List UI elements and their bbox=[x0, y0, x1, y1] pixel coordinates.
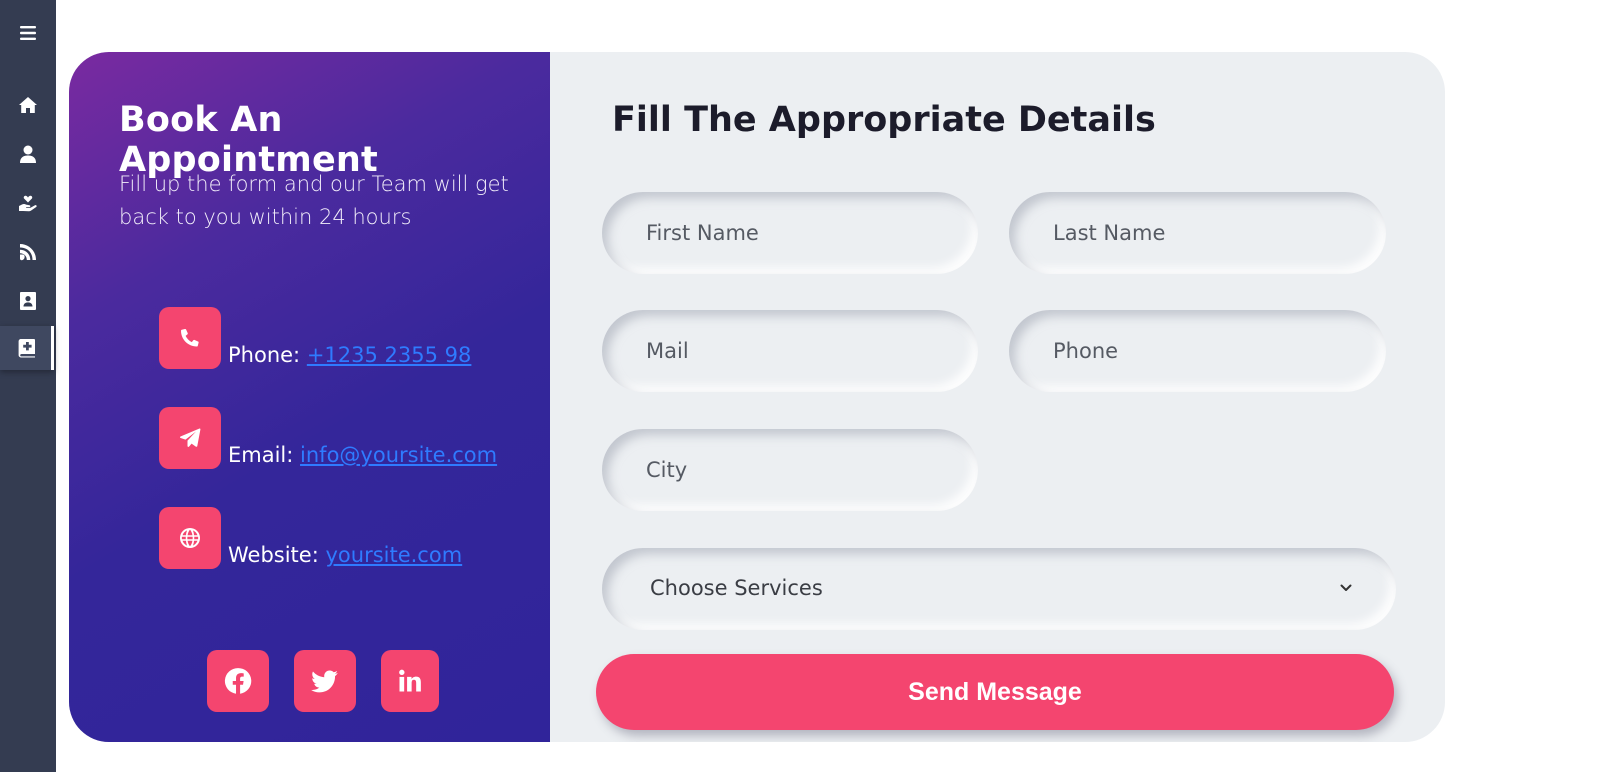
sidebar-item-care[interactable] bbox=[0, 182, 56, 224]
contact-phone-text: Phone: +1235 2355 98 bbox=[228, 343, 471, 367]
facebook-icon bbox=[224, 668, 252, 694]
contact-email-text: Email: info@yoursite.com bbox=[228, 443, 497, 467]
sidebar-item-profile[interactable] bbox=[0, 133, 56, 175]
phone-icon bbox=[181, 328, 199, 347]
phone-input[interactable] bbox=[1009, 310, 1386, 392]
send-message-button[interactable]: Send Message bbox=[596, 654, 1394, 730]
website-link[interactable]: yoursite.com bbox=[325, 543, 462, 567]
sidebar bbox=[0, 0, 56, 772]
twitter-icon bbox=[311, 670, 338, 693]
chevron-down-icon bbox=[1340, 584, 1352, 591]
appointment-card: Book An Appointment Fill up the form and… bbox=[69, 52, 1445, 742]
user-icon bbox=[20, 145, 36, 163]
last-name-input[interactable] bbox=[1009, 192, 1386, 274]
website-icon-badge bbox=[159, 507, 221, 569]
menu-toggle-button[interactable] bbox=[0, 12, 56, 54]
info-panel-subtitle: Fill up the form and our Team will get b… bbox=[119, 172, 509, 229]
linkedin-button[interactable] bbox=[381, 650, 439, 712]
email-link[interactable]: info@yoursite.com bbox=[300, 443, 497, 467]
email-icon-badge bbox=[159, 407, 221, 469]
sidebar-item-appointment[interactable] bbox=[0, 326, 54, 370]
home-icon bbox=[19, 97, 37, 113]
sidebar-item-contacts[interactable] bbox=[0, 280, 56, 322]
twitter-button[interactable] bbox=[294, 650, 356, 712]
blog-icon bbox=[20, 244, 36, 261]
menu-icon bbox=[20, 26, 36, 40]
phone-icon-badge bbox=[159, 307, 221, 369]
phone-link[interactable]: +1235 2355 98 bbox=[307, 343, 472, 367]
services-select-value: Choose Services bbox=[650, 576, 823, 600]
contact-website-text: Website: yoursite.com bbox=[228, 543, 462, 567]
contact-book-icon bbox=[20, 292, 36, 310]
contact-phone-label: Phone: bbox=[228, 343, 301, 367]
first-name-input[interactable] bbox=[602, 192, 978, 274]
info-panel: Book An Appointment Fill up the form and… bbox=[69, 52, 550, 742]
city-input[interactable] bbox=[602, 429, 978, 511]
paper-plane-icon bbox=[180, 428, 201, 447]
mail-input[interactable] bbox=[602, 310, 978, 392]
form-title: Fill The Appropriate Details bbox=[612, 100, 1156, 140]
contact-email-label: Email: bbox=[228, 443, 294, 467]
contact-website-label: Website: bbox=[228, 543, 319, 567]
linkedin-icon bbox=[399, 669, 421, 692]
facebook-button[interactable] bbox=[207, 650, 269, 712]
sidebar-item-blog[interactable] bbox=[0, 231, 56, 273]
medical-book-icon bbox=[18, 339, 35, 358]
hand-heart-icon bbox=[19, 195, 37, 212]
sidebar-item-home[interactable] bbox=[0, 84, 56, 126]
services-select[interactable]: Choose Services bbox=[602, 548, 1396, 630]
form-panel: Fill The Appropriate Details Choose Serv… bbox=[550, 52, 1445, 742]
globe-icon bbox=[180, 528, 200, 548]
